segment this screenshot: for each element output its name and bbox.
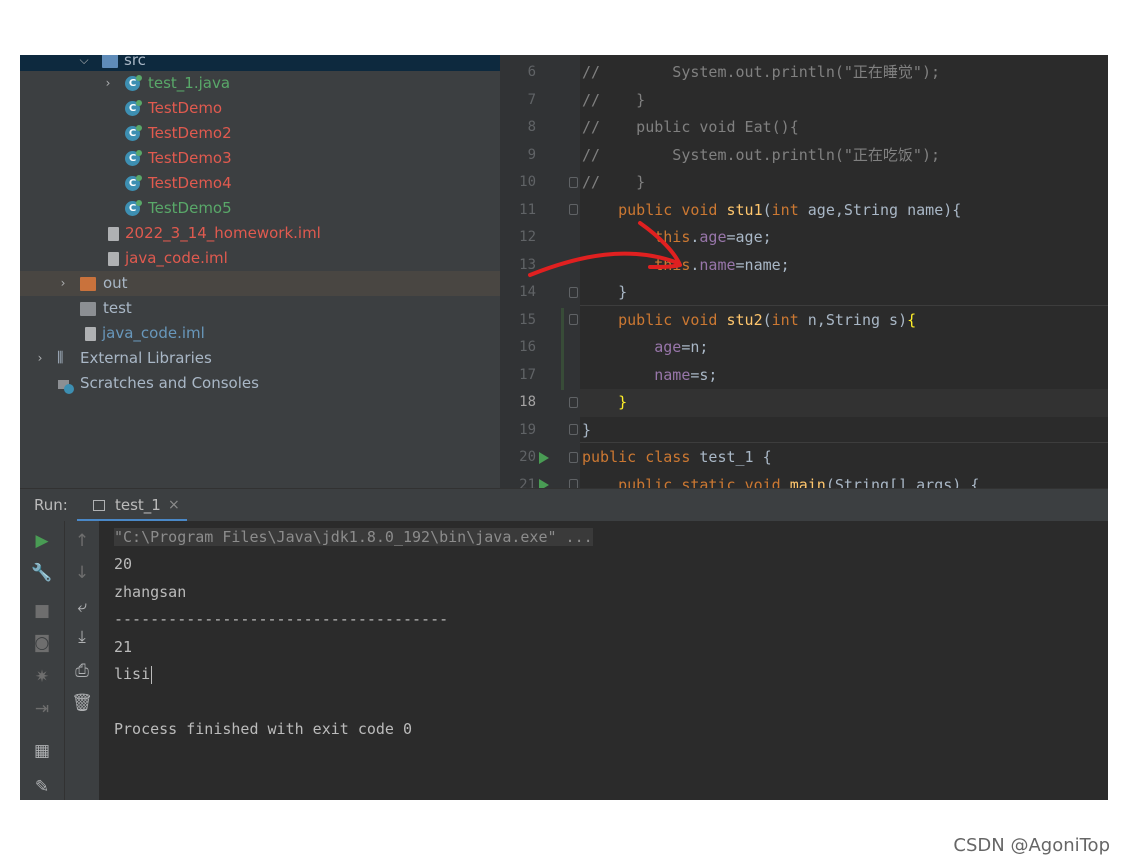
console-line-cursor: lisi [114, 664, 153, 684]
console-icon [93, 500, 105, 511]
libraries-icon: ⫼ [57, 350, 64, 366]
exit-icon[interactable]: ⇥ [30, 699, 54, 719]
tree-item-label: External Libraries [80, 349, 212, 367]
folder-icon [102, 55, 118, 68]
tree-item-testdemo3[interactable]: C TestDemo3 [20, 146, 500, 171]
console-line: 21 [114, 638, 133, 656]
tree-item-testdemo5[interactable]: C TestDemo5 [20, 196, 500, 221]
tree-item-label: test_1.java [148, 74, 231, 92]
tree-item-out[interactable]: › out [20, 271, 500, 296]
java-class-icon: C [125, 100, 142, 116]
run-toolbar-primary: ▶ 🔧 ■ ◙ ✷ ⇥ ▦ ✎ [20, 521, 64, 800]
run-label: Run: [34, 496, 68, 514]
folder-icon [80, 277, 96, 291]
console-line: 20 [114, 555, 133, 573]
chevron-right-icon[interactable]: › [57, 271, 69, 296]
console-line-command: "C:\Program Files\Java\jdk1.8.0_192\bin\… [114, 527, 593, 547]
tree-item-label: TestDemo2 [148, 124, 232, 142]
wrench-icon[interactable]: 🔧 [30, 563, 54, 583]
stop-icon[interactable]: ■ [30, 601, 54, 621]
tree-item-label: java_code.iml [125, 249, 228, 267]
layout-icon[interactable]: ▦ [30, 741, 54, 761]
scroll-to-end-icon[interactable]: ⤓ [70, 627, 94, 647]
scratches-icon [57, 377, 74, 394]
tree-item-label: java_code.iml [102, 324, 205, 342]
print-icon[interactable]: ⎙ [70, 661, 94, 681]
java-class-icon: C [125, 200, 142, 216]
tree-item-testdemo4[interactable]: C TestDemo4 [20, 171, 500, 196]
tree-item-test-1-java[interactable]: › C test_1.java [20, 71, 500, 96]
tree-item-label: TestDemo4 [148, 174, 232, 192]
chevron-right-icon[interactable]: › [34, 346, 46, 371]
command-line-text: "C:\Program Files\Java\jdk1.8.0_192\bin\… [114, 528, 593, 546]
soft-wrap-icon[interactable]: ⤶ [70, 597, 94, 617]
code-editor[interactable]: 6 7 8 9 10 11 12 13 14 15 16 17 18 19 20… [500, 55, 1108, 488]
tree-item-label: 2022_3_14_homework.iml [125, 224, 321, 242]
trash-icon[interactable]: 🗑 [70, 693, 94, 713]
chevron-right-icon[interactable]: › [102, 71, 114, 96]
console-output[interactable]: "C:\Program Files\Java\jdk1.8.0_192\bin\… [99, 521, 1108, 800]
tree-item-homework-iml[interactable]: 2022_3_14_homework.iml [20, 221, 500, 246]
java-class-icon: C [125, 125, 142, 141]
run-toolbar-secondary: ↑ ↓ ⤶ ⤓ ⎙ 🗑 [64, 521, 99, 800]
console-line-text: lisi [114, 665, 151, 683]
folder-icon [80, 302, 96, 316]
tree-item-testdemo[interactable]: C TestDemo [20, 96, 500, 121]
console-line: ------------------------------------- [114, 610, 449, 628]
java-class-icon: C [125, 175, 142, 191]
watermark: CSDN @AgoniTop [953, 835, 1110, 856]
tree-item-java-code-iml-root[interactable]: java_code.iml [20, 321, 500, 346]
text-caret [151, 665, 153, 684]
module-file-icon [108, 227, 119, 241]
close-icon[interactable]: × [168, 489, 180, 521]
java-class-icon: C [125, 150, 142, 166]
run-tab-label: test_1 [115, 496, 161, 514]
console-line: Process finished with exit code 0 [114, 720, 413, 738]
tree-item-external-libraries[interactable]: › ⫼ External Libraries [20, 346, 500, 371]
module-file-icon [108, 252, 119, 266]
tree-item-label: out [103, 274, 128, 292]
tree-item-test[interactable]: test [20, 296, 500, 321]
tree-item-label: TestDemo [148, 99, 223, 117]
debug-icon[interactable]: ✷ [30, 667, 54, 687]
camera-icon[interactable]: ◙ [30, 633, 54, 653]
java-class-icon: C [125, 75, 142, 91]
console-line: zhangsan [114, 583, 187, 601]
tree-item-label: TestDemo5 [148, 199, 232, 217]
tree-item-testdemo2[interactable]: C TestDemo2 [20, 121, 500, 146]
run-tool-window-header: Run: test_1 × [20, 488, 1108, 522]
run-tab-test-1[interactable]: test_1 × [77, 489, 187, 522]
tree-item-label: test [103, 299, 132, 317]
tree-item-label: Scratches and Consoles [80, 374, 259, 392]
rerun-icon[interactable]: ▶ [30, 531, 54, 551]
arrow-down-icon[interactable]: ↓ [70, 563, 94, 583]
ide-screenshot: ⌵ src › C test_1.java C TestDemo C TestD… [20, 55, 1108, 800]
tree-item-java-code-iml[interactable]: java_code.iml [20, 246, 500, 271]
tree-item-label: TestDemo3 [148, 149, 232, 167]
arrow-up-icon[interactable]: ↑ [70, 531, 94, 551]
annotation-arrow [528, 221, 682, 277]
module-file-icon [85, 327, 96, 341]
project-tree: ⌵ src › C test_1.java C TestDemo C TestD… [20, 55, 500, 488]
tree-item-scratches[interactable]: Scratches and Consoles [20, 371, 500, 396]
pin-icon[interactable]: ✎ [30, 777, 54, 797]
